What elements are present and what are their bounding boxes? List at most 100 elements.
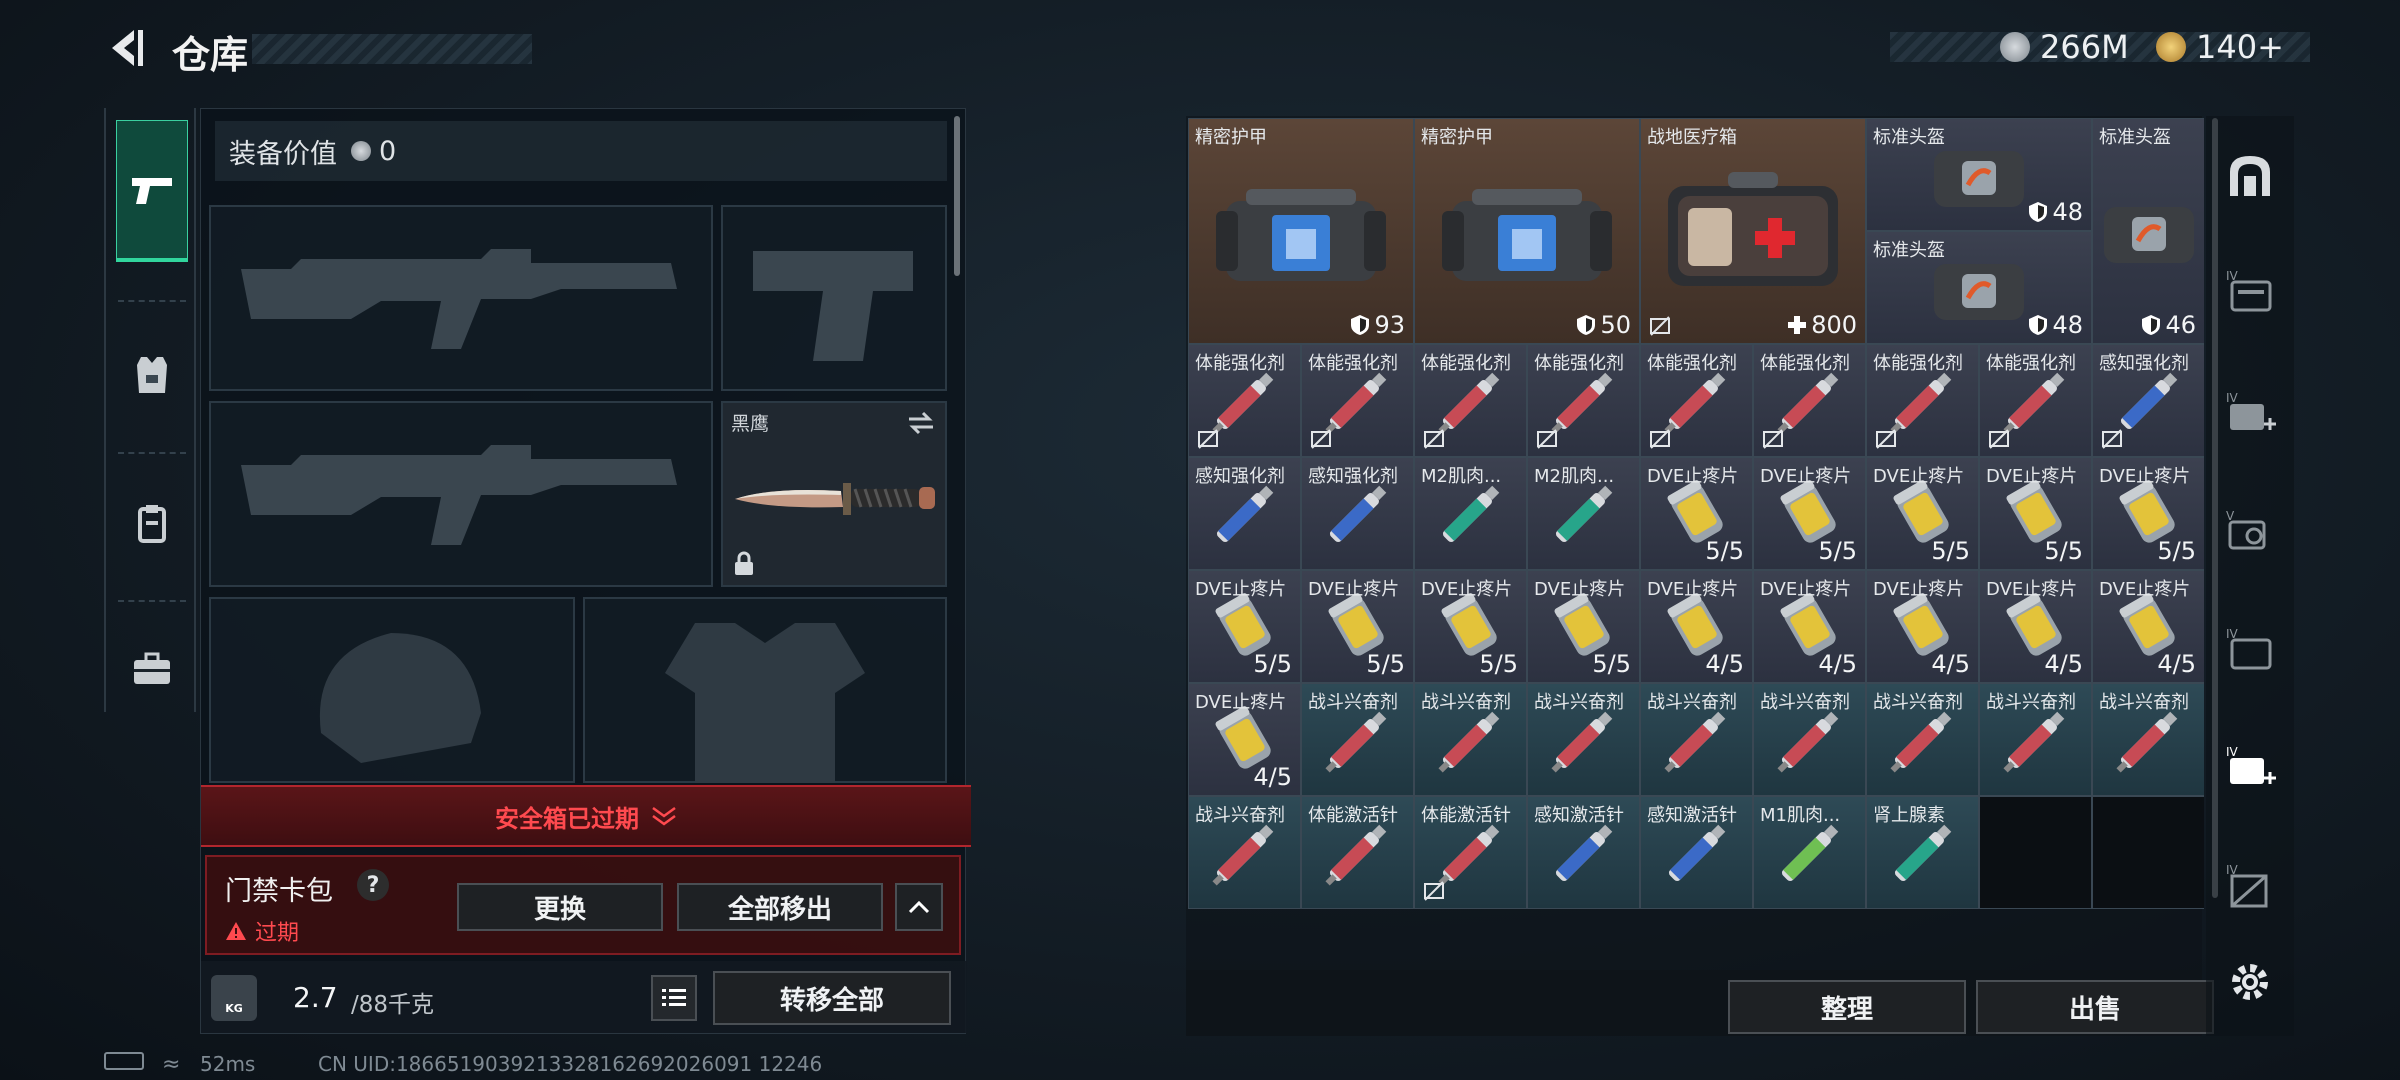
stash-item[interactable]: 感知激活针 <box>1640 796 1753 909</box>
stash-item[interactable]: 标准头盔 48 <box>1866 231 2092 344</box>
item-name: M2肌肉... <box>1421 466 1502 487</box>
move-all-out-button[interactable]: 全部移出 <box>677 883 883 931</box>
primary-weapon-slot[interactable] <box>209 205 713 391</box>
stash-item[interactable]: 体能强化剂 <box>1301 344 1414 457</box>
item-name: 精密护甲 <box>1195 127 1267 148</box>
add-container-icon[interactable]: IV <box>2224 388 2276 440</box>
loadout-scrollbar[interactable] <box>954 116 960 276</box>
tab-toolbox[interactable] <box>116 598 188 740</box>
search-container-icon[interactable]: V <box>2224 506 2276 558</box>
stash-item[interactable]: 感知强化剂 <box>1188 457 1301 570</box>
stash-item[interactable]: 战斗兴奋剂 <box>1188 796 1301 909</box>
stash-item[interactable]: 标准头盔 46 <box>2092 118 2204 344</box>
backpack-level4-icon[interactable]: IV <box>2224 266 2276 318</box>
stash-item[interactable]: 战斗兴奋剂 <box>1866 683 1979 796</box>
stash-item[interactable]: DVE止疼片 5/5 <box>1527 570 1640 683</box>
stash-item[interactable]: M1肌肉... <box>1753 796 1866 909</box>
stash-item[interactable]: 战斗兴奋剂 <box>1640 683 1753 796</box>
stash-item[interactable]: 战斗兴奋剂 <box>2092 683 2204 796</box>
stash-item[interactable]: 体能强化剂 <box>1979 344 2092 457</box>
stash-item[interactable]: DVE止疼片 5/5 <box>1414 570 1527 683</box>
back-arrow-icon[interactable] <box>104 26 148 70</box>
stash-item[interactable]: DVE止疼片 5/5 <box>1301 570 1414 683</box>
swap-icon[interactable] <box>907 411 935 435</box>
safe-box-expired-banner[interactable]: 安全箱已过期 <box>201 785 971 847</box>
stash-item[interactable]: 战斗兴奋剂 <box>1414 683 1527 796</box>
stash-item[interactable]: 战斗兴奋剂 <box>1527 683 1640 796</box>
safe-container-icon[interactable] <box>2224 150 2276 202</box>
stash-item[interactable]: 体能强化剂 <box>1414 344 1527 457</box>
sell-button[interactable]: 出售 <box>1976 980 2214 1034</box>
item-quantity: 4/5 <box>1931 650 1970 678</box>
stash-item[interactable]: 体能激活针 <box>1301 796 1414 909</box>
help-icon[interactable]: ? <box>357 869 389 901</box>
blocked-icon <box>1989 429 2009 449</box>
stash-item[interactable]: DVE止疼片 5/5 <box>1188 570 1301 683</box>
tab-backpack[interactable] <box>116 452 188 594</box>
crate-level4-icon[interactable]: IV <box>2224 860 2276 912</box>
item-quantity-value: 93 <box>1374 311 1405 339</box>
armor-slot[interactable] <box>583 597 947 783</box>
item-name: DVE止疼片 <box>1873 466 1965 487</box>
stash-item[interactable]: DVE止疼片 5/5 <box>1640 457 1753 570</box>
secondary-weapon-slot[interactable] <box>209 401 713 587</box>
item-name: 精密护甲 <box>1421 127 1493 148</box>
replace-button[interactable]: 更换 <box>457 883 663 931</box>
tab-armor[interactable] <box>116 304 188 446</box>
settings-gear-icon[interactable] <box>2224 956 2276 1008</box>
page-title: 仓库 <box>172 33 249 77</box>
stash-item[interactable]: DVE止疼片 5/5 <box>1979 457 2092 570</box>
stash-item[interactable]: 体能强化剂 <box>1640 344 1753 457</box>
weight-current: 2.7 <box>293 981 338 1014</box>
stash-item[interactable]: 战斗兴奋剂 <box>1753 683 1866 796</box>
stash-item[interactable]: 感知激活针 <box>1527 796 1640 909</box>
stash-item[interactable]: DVE止疼片 5/5 <box>2092 457 2204 570</box>
stash-item[interactable]: 战地医疗箱 800 <box>1640 118 1866 344</box>
stash-item[interactable]: DVE止疼片 4/5 <box>1753 570 1866 683</box>
list-view-button[interactable] <box>651 975 697 1021</box>
melee-slot[interactable]: 黑鹰 <box>721 401 947 587</box>
stash-item[interactable]: 标准头盔 48 <box>1866 118 2092 231</box>
stash-item[interactable]: 体能激活针 <box>1414 796 1527 909</box>
silver-coin-icon <box>2000 32 2030 62</box>
sidearm-slot[interactable] <box>721 205 947 391</box>
gold-amount: 140+ <box>2196 28 2284 66</box>
add-storage-icon[interactable]: IV <box>2224 742 2276 794</box>
stash-item[interactable]: 战斗兴奋剂 <box>1301 683 1414 796</box>
blocked-icon <box>2102 429 2122 449</box>
empty-slot[interactable] <box>2092 796 2204 909</box>
stash-item[interactable]: M2肌肉... <box>1414 457 1527 570</box>
sort-button[interactable]: 整理 <box>1728 980 1966 1034</box>
stash-item[interactable]: 战斗兴奋剂 <box>1979 683 2092 796</box>
stash-item[interactable]: 感知强化剂 <box>1301 457 1414 570</box>
stash-item[interactable]: DVE止疼片 4/5 <box>1188 683 1301 796</box>
item-name: 标准头盔 <box>1873 127 1945 148</box>
tab-weapons[interactable] <box>116 120 188 262</box>
storage-level4-icon[interactable]: IV <box>2224 624 2276 676</box>
helmet-slot[interactable] <box>209 597 575 783</box>
stash-item[interactable]: DVE止疼片 5/5 <box>1866 457 1979 570</box>
stash-item[interactable]: 体能强化剂 <box>1866 344 1979 457</box>
stash-item[interactable]: M2肌肉... <box>1527 457 1640 570</box>
stash-item[interactable]: DVE止疼片 4/5 <box>1979 570 2092 683</box>
item-name: 战斗兴奋剂 <box>1760 692 1850 713</box>
stash-item[interactable]: DVE止疼片 4/5 <box>2092 570 2204 683</box>
silver-amount: 266M <box>2040 28 2129 66</box>
stash-item[interactable]: 体能强化剂 <box>1527 344 1640 457</box>
stash-item[interactable]: 体能强化剂 <box>1188 344 1301 457</box>
item-name: 体能强化剂 <box>1873 353 1963 374</box>
stash-item[interactable]: 精密护甲 50 <box>1414 118 1640 344</box>
stash-item[interactable]: 感知强化剂 <box>2092 344 2204 457</box>
silver-currency[interactable]: 266M <box>2000 26 2129 68</box>
stash-item[interactable]: DVE止疼片 5/5 <box>1753 457 1866 570</box>
expired-label: 过期 <box>255 921 300 946</box>
stash-item[interactable]: DVE止疼片 4/5 <box>1640 570 1753 683</box>
stash-item[interactable]: 体能强化剂 <box>1753 344 1866 457</box>
empty-slot[interactable] <box>1979 796 2092 909</box>
gold-currency[interactable]: 140+ <box>2156 26 2284 68</box>
stash-item[interactable]: DVE止疼片 4/5 <box>1866 570 1979 683</box>
transfer-all-button[interactable]: 转移全部 <box>713 971 951 1025</box>
collapse-button[interactable] <box>895 883 943 931</box>
stash-item[interactable]: 精密护甲 93 <box>1188 118 1414 344</box>
stash-item[interactable]: 肾上腺素 <box>1866 796 1979 909</box>
